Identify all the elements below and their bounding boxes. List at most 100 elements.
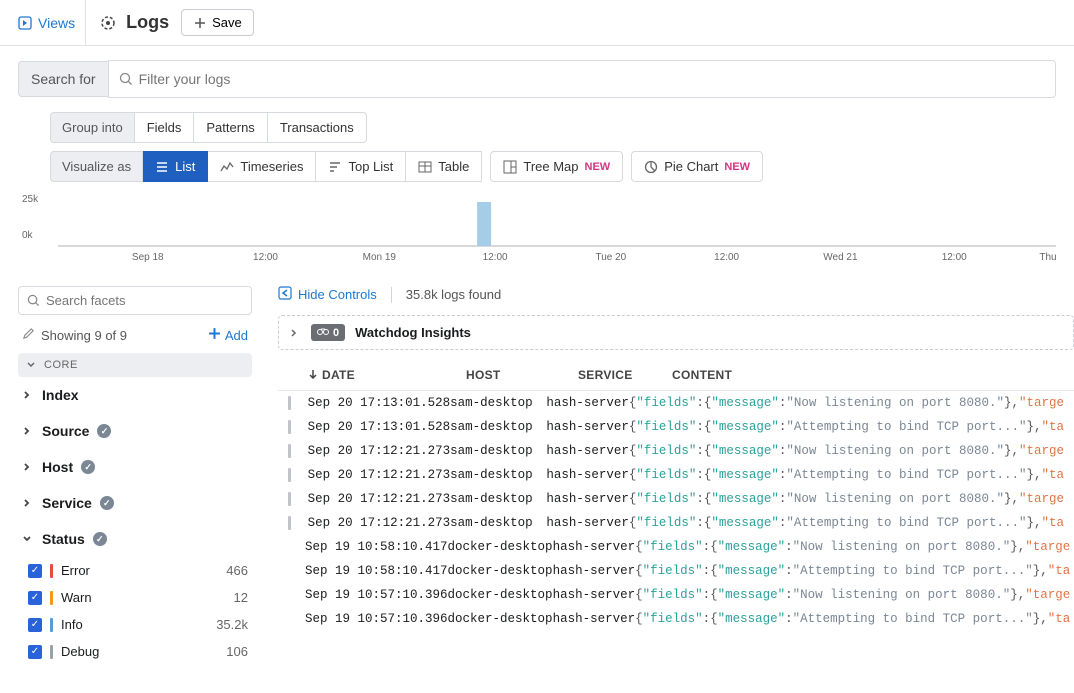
cell-host: docker-desktop bbox=[448, 540, 553, 554]
facet-group-status[interactable]: Status ✓ bbox=[18, 521, 252, 557]
views-icon bbox=[18, 16, 32, 30]
table-row[interactable]: Sep 20 17:12:21.273sam-desktophash-serve… bbox=[278, 487, 1074, 511]
status-row-info[interactable]: ✓Info35.2k bbox=[18, 611, 252, 638]
col-header-date[interactable]: DATE bbox=[308, 368, 466, 382]
piechart-icon bbox=[644, 160, 658, 174]
cell-content: {"fields":{"message":"Now listening on p… bbox=[629, 396, 1064, 410]
col-header-service[interactable]: SERVICE bbox=[578, 368, 672, 382]
facet-group-service[interactable]: Service✓ bbox=[18, 485, 252, 521]
facet-search-wrap[interactable] bbox=[18, 286, 252, 315]
cell-service: hash-server bbox=[553, 588, 636, 602]
logs-found-label: 35.8k logs found bbox=[406, 287, 501, 302]
chevron-right-icon bbox=[22, 462, 34, 472]
cell-host: sam-desktop bbox=[450, 396, 546, 410]
table-row[interactable]: Sep 20 17:13:01.528sam-desktophash-serve… bbox=[278, 415, 1074, 439]
table-row[interactable]: Sep 20 17:13:01.528sam-desktophash-serve… bbox=[278, 391, 1074, 415]
search-icon bbox=[27, 294, 40, 307]
viz-piechart-button[interactable]: Pie Chart NEW bbox=[631, 151, 763, 182]
facet-group-host[interactable]: Host✓ bbox=[18, 449, 252, 485]
cell-content: {"fields":{"message":"Now listening on p… bbox=[629, 492, 1064, 506]
checkbox-checked[interactable]: ✓ bbox=[28, 564, 42, 578]
svg-text:12:00: 12:00 bbox=[942, 252, 967, 263]
pencil-icon bbox=[22, 327, 35, 343]
chart-bar[interactable] bbox=[477, 202, 491, 246]
table-row[interactable]: Sep 20 17:12:21.273sam-desktophash-serve… bbox=[278, 463, 1074, 487]
cell-date: Sep 20 17:12:21.273 bbox=[308, 492, 451, 506]
facets-panel: Showing 9 of 9 Add CORE IndexSource✓Host… bbox=[0, 272, 264, 693]
log-level-indicator bbox=[288, 468, 291, 482]
viz-toplist-button[interactable]: Top List bbox=[316, 151, 406, 182]
status-row-error[interactable]: ✓Error466 bbox=[18, 557, 252, 584]
col-header-host[interactable]: HOST bbox=[466, 368, 578, 382]
add-facet-button[interactable]: Add bbox=[208, 327, 248, 343]
cell-host: docker-desktop bbox=[448, 612, 553, 626]
cell-content: {"fields":{"message":"Now listening on p… bbox=[635, 540, 1070, 554]
group-fields-button[interactable]: Fields bbox=[135, 112, 195, 143]
facet-search-input[interactable] bbox=[46, 293, 243, 308]
new-badge: NEW bbox=[585, 161, 611, 173]
check-circle-icon: ✓ bbox=[93, 532, 107, 546]
log-level-indicator bbox=[288, 516, 291, 530]
table-row[interactable]: Sep 20 17:12:21.273sam-desktophash-serve… bbox=[278, 511, 1074, 535]
core-section-header[interactable]: CORE bbox=[18, 353, 252, 377]
cell-content: {"fields":{"message":"Attempting to bind… bbox=[629, 420, 1064, 434]
viz-timeseries-button[interactable]: Timeseries bbox=[208, 151, 316, 182]
cell-host: docker-desktop bbox=[448, 588, 553, 602]
histogram-chart[interactable]: 25k 0k Sep 18 12:00 Mon 19 12:00 Tue 20 … bbox=[0, 186, 1074, 272]
cell-date: Sep 19 10:58:10.417 bbox=[305, 564, 448, 578]
status-row-debug[interactable]: ✓Debug106 bbox=[18, 638, 252, 665]
cell-content: {"fields":{"message":"Attempting to bind… bbox=[635, 564, 1070, 578]
checkbox-checked[interactable]: ✓ bbox=[28, 618, 42, 632]
table-row[interactable]: Sep 19 10:57:10.396docker-desktophash-se… bbox=[278, 583, 1074, 607]
check-circle-icon: ✓ bbox=[97, 424, 111, 438]
hide-controls-button[interactable]: Hide Controls bbox=[278, 286, 377, 303]
divider bbox=[391, 287, 392, 303]
cell-date: Sep 19 10:58:10.417 bbox=[305, 540, 448, 554]
checkbox-checked[interactable]: ✓ bbox=[28, 591, 42, 605]
check-circle-icon: ✓ bbox=[81, 460, 95, 474]
table-header: DATE HOST SERVICE CONTENT bbox=[278, 360, 1074, 391]
table-row[interactable]: Sep 20 17:12:21.273sam-desktophash-serve… bbox=[278, 439, 1074, 463]
chevron-right-icon bbox=[22, 498, 34, 508]
group-patterns-button[interactable]: Patterns bbox=[194, 112, 267, 143]
group-transactions-button[interactable]: Transactions bbox=[268, 112, 367, 143]
cell-host: sam-desktop bbox=[450, 420, 546, 434]
col-header-content[interactable]: CONTENT bbox=[672, 368, 1064, 382]
checkbox-checked[interactable]: ✓ bbox=[28, 645, 42, 659]
viz-list-button[interactable]: List bbox=[143, 151, 208, 182]
table-row[interactable]: Sep 19 10:58:10.417docker-desktophash-se… bbox=[278, 535, 1074, 559]
svg-text:12:00: 12:00 bbox=[483, 252, 508, 263]
facet-group-index[interactable]: Index bbox=[18, 377, 252, 413]
cell-host: sam-desktop bbox=[450, 516, 546, 530]
watchdog-insights-row[interactable]: 0 Watchdog Insights bbox=[278, 315, 1074, 350]
visualize-as-label: Visualize as bbox=[50, 151, 143, 182]
svg-text:Wed 21: Wed 21 bbox=[823, 252, 858, 263]
log-level-indicator bbox=[288, 492, 291, 506]
svg-text:Mon 19: Mon 19 bbox=[363, 252, 397, 263]
status-count: 106 bbox=[226, 644, 248, 659]
cell-host: docker-desktop bbox=[448, 564, 553, 578]
save-button[interactable]: Save bbox=[181, 9, 254, 36]
viz-treemap-button[interactable]: Tree Map NEW bbox=[490, 151, 623, 182]
status-count: 12 bbox=[234, 590, 248, 605]
search-for-label: Search for bbox=[18, 61, 108, 97]
treemap-icon bbox=[503, 160, 517, 174]
status-row-warn[interactable]: ✓Warn12 bbox=[18, 584, 252, 611]
svg-text:Thu: Thu bbox=[1039, 252, 1056, 263]
table-row[interactable]: Sep 19 10:57:10.396docker-desktophash-se… bbox=[278, 607, 1074, 631]
search-input[interactable] bbox=[133, 63, 1045, 95]
log-level-indicator bbox=[288, 444, 291, 458]
group-into-label: Group into bbox=[50, 112, 135, 143]
cell-date: Sep 20 17:12:21.273 bbox=[308, 444, 451, 458]
search-input-wrap[interactable] bbox=[108, 60, 1056, 98]
svg-text:Tue 20: Tue 20 bbox=[596, 252, 627, 263]
status-color-bar bbox=[50, 618, 53, 632]
cell-service: hash-server bbox=[546, 516, 629, 530]
viz-table-button[interactable]: Table bbox=[406, 151, 482, 182]
logs-icon bbox=[98, 13, 118, 33]
cell-content: {"fields":{"message":"Attempting to bind… bbox=[629, 468, 1064, 482]
facet-group-source[interactable]: Source✓ bbox=[18, 413, 252, 449]
table-row[interactable]: Sep 19 10:58:10.417docker-desktophash-se… bbox=[278, 559, 1074, 583]
views-button[interactable]: Views bbox=[8, 0, 86, 46]
cell-service: hash-server bbox=[553, 564, 636, 578]
